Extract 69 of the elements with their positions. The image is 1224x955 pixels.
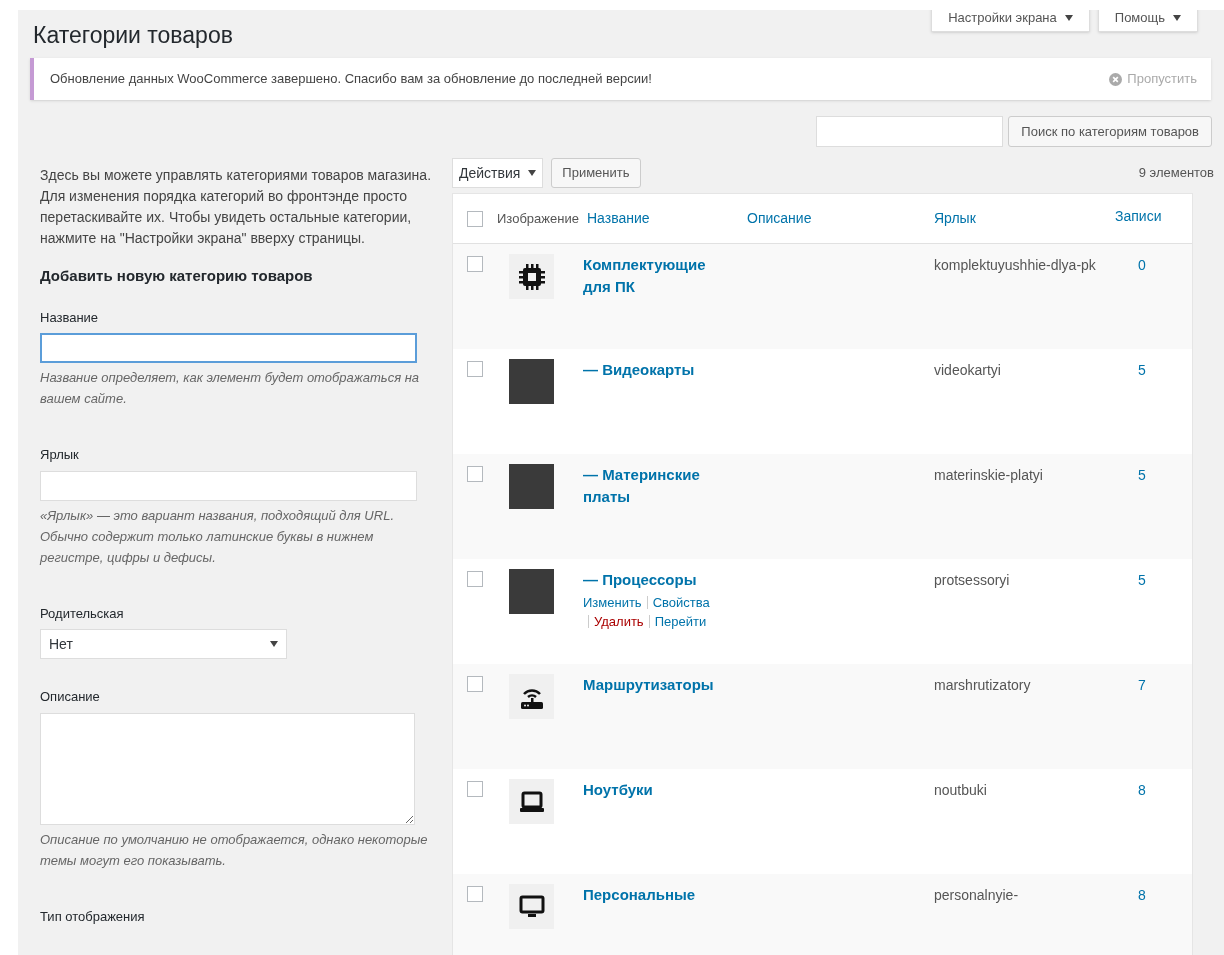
slug-text: videokartyi bbox=[933, 361, 1002, 380]
field-label: Ярлык bbox=[40, 446, 80, 464]
field-label: Тип отображения bbox=[40, 907, 146, 926]
page-title: Категории товаров bbox=[33, 21, 233, 50]
column-header[interactable]: Записи bbox=[1109, 206, 1162, 227]
delete-link[interactable]: Удалить bbox=[594, 612, 644, 631]
post-count-link[interactable]: 5 bbox=[1109, 359, 1169, 381]
photo-placeholder bbox=[509, 464, 554, 509]
field-label: Описание bbox=[40, 688, 101, 706]
close-icon bbox=[1109, 72, 1123, 86]
text-field[interactable] bbox=[40, 333, 417, 363]
field-label: Родительская bbox=[40, 604, 125, 623]
caret-icon bbox=[1173, 14, 1181, 21]
slug-text: personalnyie- bbox=[933, 886, 1020, 905]
form-title: Добавить новую категорию товаров bbox=[40, 266, 314, 286]
checkbox[interactable] bbox=[467, 571, 483, 587]
slug-text: protsessoryi bbox=[933, 571, 1011, 590]
row-action-link[interactable]: Свойства bbox=[652, 593, 710, 612]
column-header[interactable]: Описание bbox=[739, 208, 929, 229]
category-name-link[interactable]: Комплектующие для ПК bbox=[583, 254, 723, 298]
caret-icon bbox=[1064, 14, 1073, 21]
category-name-link[interactable]: Персональные bbox=[583, 884, 723, 906]
caret-icon bbox=[270, 641, 278, 647]
item-count: 9 элементов bbox=[1138, 164, 1214, 183]
search-field[interactable] bbox=[816, 116, 1004, 147]
field-hint: Название определяет, как элемент будет отображаться на вашем сайте. bbox=[40, 369, 421, 408]
post-count-link[interactable]: 0 bbox=[1109, 254, 1169, 276]
category-name-link[interactable]: Ноутбуки bbox=[583, 779, 723, 801]
post-count-link[interactable]: 5 bbox=[1109, 569, 1169, 591]
post-count-link[interactable]: 8 bbox=[1109, 884, 1169, 906]
screen-tab-button[interactable]: Помощь bbox=[1097, 10, 1198, 32]
slug-text: noutbuki bbox=[933, 781, 988, 800]
field-hint: Описание по умолчанию не отображается, однако некоторые темы могут его показывать. bbox=[40, 830, 429, 870]
post-count-link[interactable]: 7 bbox=[1109, 674, 1169, 696]
category-name-link[interactable]: Маршрутизаторы bbox=[583, 674, 723, 696]
photo-placeholder bbox=[509, 359, 554, 404]
category-name-link[interactable]: — Материнские платы bbox=[583, 464, 723, 508]
column-header[interactable]: Название bbox=[583, 208, 739, 229]
photo-placeholder bbox=[509, 569, 554, 614]
row-action-link[interactable]: Перейти bbox=[654, 612, 707, 631]
post-count-link[interactable]: 5 bbox=[1109, 464, 1169, 486]
parent-select[interactable]: Нет bbox=[40, 629, 287, 659]
checkbox[interactable] bbox=[467, 676, 483, 692]
column-header: Изображение bbox=[497, 209, 580, 228]
checkbox[interactable] bbox=[467, 210, 483, 227]
checkbox[interactable] bbox=[467, 781, 483, 797]
slug-text: komplektuyushhie-dlya-pk bbox=[933, 256, 1097, 275]
field-hint: «Ярлык» — это вариант названия, подходящий для URL. Обычно содержит только латинские буквы в нижнем регистре, цифры и дефисы. bbox=[40, 506, 395, 567]
checkbox[interactable] bbox=[467, 466, 483, 482]
category-name-link[interactable]: — Видеокарты bbox=[583, 359, 723, 381]
slug-text: marshrutizatory bbox=[933, 676, 1032, 695]
post-count-link[interactable]: 8 bbox=[1109, 779, 1169, 801]
caret-icon bbox=[528, 170, 537, 176]
chip-icon bbox=[517, 262, 546, 291]
row-action-link[interactable]: Изменить bbox=[583, 593, 642, 612]
description-textarea[interactable] bbox=[40, 712, 415, 825]
checkbox[interactable] bbox=[467, 361, 483, 377]
checkbox[interactable] bbox=[467, 256, 483, 272]
category-name-link[interactable]: — Процессоры bbox=[583, 569, 723, 591]
checkbox[interactable] bbox=[467, 886, 483, 902]
apply-button[interactable]: Применить bbox=[551, 158, 641, 188]
column-header[interactable]: Ярлык bbox=[929, 208, 1109, 229]
bulk-actions-select[interactable]: Действия bbox=[452, 158, 544, 188]
notice-text: Обновление данных WooCommerce завершено. Спасибо вам за обновление до последней версии! bbox=[50, 70, 652, 89]
field-label: Название bbox=[40, 308, 100, 327]
search-button[interactable]: Поиск по категориям товаров bbox=[1008, 116, 1212, 147]
slug-text: materinskie-platyi bbox=[933, 466, 1044, 485]
intro-text: Здесь вы можете управлять категориями товаров магазина. Для изменения порядка категорий во фронтэнде просто перетаскивайте их. Чтобы увидеть остальные категории, нажмите на "Настройки экрана" вверху страницы. bbox=[40, 166, 432, 248]
screen-tab-button[interactable]: Настройки экрана bbox=[931, 10, 1090, 32]
